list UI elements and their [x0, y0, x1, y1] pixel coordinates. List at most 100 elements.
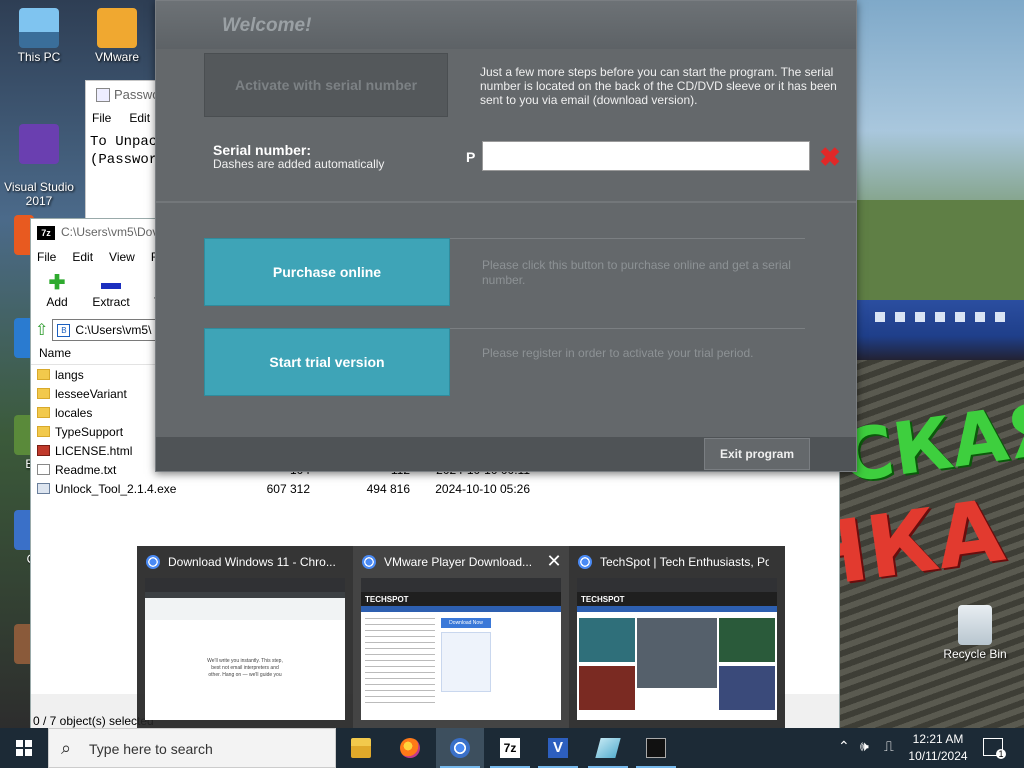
sevenzip-menu-file[interactable]: File — [37, 250, 56, 266]
notepad-line-2: (Passwor — [90, 152, 158, 168]
desktop-icon-label: VMware — [94, 50, 139, 64]
search-icon: ⌕ — [61, 738, 72, 758]
add-label: Add — [46, 295, 68, 309]
clock-date: 10/11/2024 — [908, 749, 968, 763]
folder-icon — [37, 407, 50, 418]
sevenzip-icon: 7z — [37, 226, 55, 240]
desktop-icon-label: This PC — [17, 50, 61, 64]
windows-logo-icon — [16, 740, 32, 756]
chrome-icon — [450, 738, 470, 758]
clock-time: 12:21 AM — [912, 732, 964, 746]
search-placeholder: Type here to search — [89, 741, 213, 757]
taskbar-app-file-explorer[interactable] — [337, 728, 385, 768]
notepad-menu: File Edit — [86, 109, 164, 129]
text-file-icon — [37, 464, 50, 475]
serial-prefix: P — [466, 149, 476, 165]
visual-studio-icon — [19, 124, 59, 164]
sevenzip-menu-edit[interactable]: Edit — [72, 250, 93, 266]
taskbar-app-firefox[interactable] — [386, 728, 434, 768]
preview-brand: TECHSPOT — [577, 592, 777, 606]
notepad-menu-edit[interactable]: Edit — [129, 111, 150, 127]
file-size: 607 312 — [266, 481, 310, 496]
preview-download-button: Download Now — [441, 618, 491, 628]
html-file-icon — [37, 445, 50, 456]
exit-program-button[interactable]: Exit program — [704, 438, 810, 470]
thumbnail-vmware[interactable]: VMware Player Download... ✕ TECHSPOT Dow… — [353, 546, 569, 730]
notepad-icon — [96, 88, 110, 102]
dialog-separator — [156, 201, 856, 203]
desktop-icon-label: Visual Studio 2017 — [4, 180, 74, 208]
file-date: 2024-10-10 05:26 — [435, 481, 530, 496]
sevenzip-title: C:\Users\vm5\Dov — [61, 225, 159, 239]
notification-center-icon[interactable]: 1 — [983, 738, 1006, 759]
close-icon[interactable]: ✕ — [545, 552, 563, 570]
vmware-icon — [97, 8, 137, 48]
add-button[interactable]: ✚ Add — [39, 271, 75, 315]
terminal-icon — [646, 738, 666, 758]
folder-icon — [37, 388, 50, 399]
dialog-title: Welcome! — [156, 1, 856, 49]
purchase-hint: Please click this button to purchase onl… — [482, 258, 791, 287]
notepad-line-1: To Unpac — [90, 134, 158, 150]
thumbnail-preview: TECHSPOT AMD Ryzen 7 9800X3D vs. 9700X: … — [577, 578, 777, 720]
folder-icon — [37, 369, 50, 380]
start-trial-button[interactable]: Start trial version — [204, 328, 450, 396]
table-row[interactable]: Unlock_Tool_2.1.4.exe 607 312 494 816 20… — [31, 479, 839, 498]
thumbnail-windows11[interactable]: Download Windows 11 - Chro... We'll writ… — [137, 546, 353, 730]
thumbnail-preview: TECHSPOT Download Now — [361, 578, 561, 720]
recycle-bin-icon — [958, 605, 992, 645]
taskbar: ⌕ Type here to search 7z V ⌃ 🕪 ⎍ 12:21 A… — [0, 728, 1024, 768]
desktop-icon-recycle-bin[interactable]: Recycle Bin — [938, 605, 1012, 661]
firefox-icon — [400, 738, 420, 758]
desktop-icon-this-pc[interactable]: This PC — [2, 8, 76, 64]
extract-button[interactable]: ▬ Extract — [89, 271, 133, 315]
computer-icon — [19, 8, 59, 48]
notepad-window[interactable]: Passwo File Edit To Unpac (Passwor — [85, 80, 165, 220]
drive-icon: B — [57, 324, 71, 337]
show-hidden-icons-chevron-up-icon[interactable]: ⌃ — [838, 738, 850, 768]
thumbnail-preview: We'll write you instantly. This step, be… — [145, 578, 345, 720]
exe-file-icon — [37, 483, 50, 494]
taskbar-app-unlock-tool[interactable] — [584, 728, 632, 768]
notepad-menu-file[interactable]: File — [92, 111, 111, 127]
desktop-icon-vmware[interactable]: VMware — [80, 8, 154, 64]
divider-line — [450, 328, 805, 329]
volume-icon[interactable]: 🕪 — [860, 738, 869, 768]
system-clock[interactable]: 12:21 AM 10/11/2024 — [898, 731, 978, 765]
taskbar-app-chrome[interactable] — [436, 728, 484, 768]
divider-line — [450, 238, 805, 239]
taskbar-thumbnails: Download Windows 11 - Chro... We'll writ… — [137, 546, 785, 730]
clear-serial-icon[interactable]: ✖ — [818, 144, 842, 170]
extract-icon: ▬ — [101, 272, 121, 294]
activation-dialog: Welcome! Activate with serial number Jus… — [155, 0, 857, 472]
serial-number-label: Serial number: — [213, 142, 312, 158]
serial-number-sublabel: Dashes are added automatically — [213, 157, 385, 171]
purchase-online-button[interactable]: Purchase online — [204, 238, 450, 306]
7zip-icon: 7z — [500, 738, 520, 758]
folder-icon — [37, 426, 50, 437]
activate-serial-button[interactable]: Activate with serial number — [204, 53, 448, 117]
thumbnail-techspot[interactable]: TechSpot | Tech Enthusiasts, Po... TECHS… — [569, 546, 785, 730]
desktop-icon-visual-studio[interactable]: Visual Studio 2017 — [2, 110, 76, 222]
taskbar-app-terminal[interactable] — [632, 728, 680, 768]
start-button[interactable] — [0, 728, 48, 768]
taskbar-app-7zip[interactable]: 7z — [486, 728, 534, 768]
taskbar-app-vmware[interactable]: V — [534, 728, 582, 768]
notepad-body[interactable]: To Unpac (Passwor — [86, 129, 164, 173]
taskbar-search-box[interactable]: ⌕ Type here to search — [48, 728, 336, 768]
file-name: Unlock_Tool_2.1.4.exe — [55, 481, 177, 496]
file-packed-size: 494 816 — [366, 481, 410, 496]
wallpaper-train — [855, 300, 1024, 360]
up-folder-icon[interactable]: ⇧ — [35, 320, 48, 340]
vmware-v-icon: V — [548, 738, 568, 758]
sevenzip-menu-view[interactable]: View — [109, 250, 135, 266]
serial-number-input[interactable] — [482, 141, 810, 171]
activation-info-text: Just a few more steps before you can sta… — [480, 65, 837, 107]
add-icon: ✚ — [48, 272, 66, 294]
thumbnail-title: TechSpot | Tech Enthusiasts, Po... — [600, 555, 769, 569]
preview-headline: AMD Ryzen 7 9800X3D vs. 9700X: 3D V-Cach… — [637, 688, 716, 701]
preview-text: We'll write you instantly. This step, be… — [207, 658, 283, 678]
unlock-tool-icon — [595, 738, 621, 758]
network-icon[interactable]: ⎍ — [884, 738, 894, 768]
trial-hint: Please register in order to activate you… — [482, 346, 754, 360]
